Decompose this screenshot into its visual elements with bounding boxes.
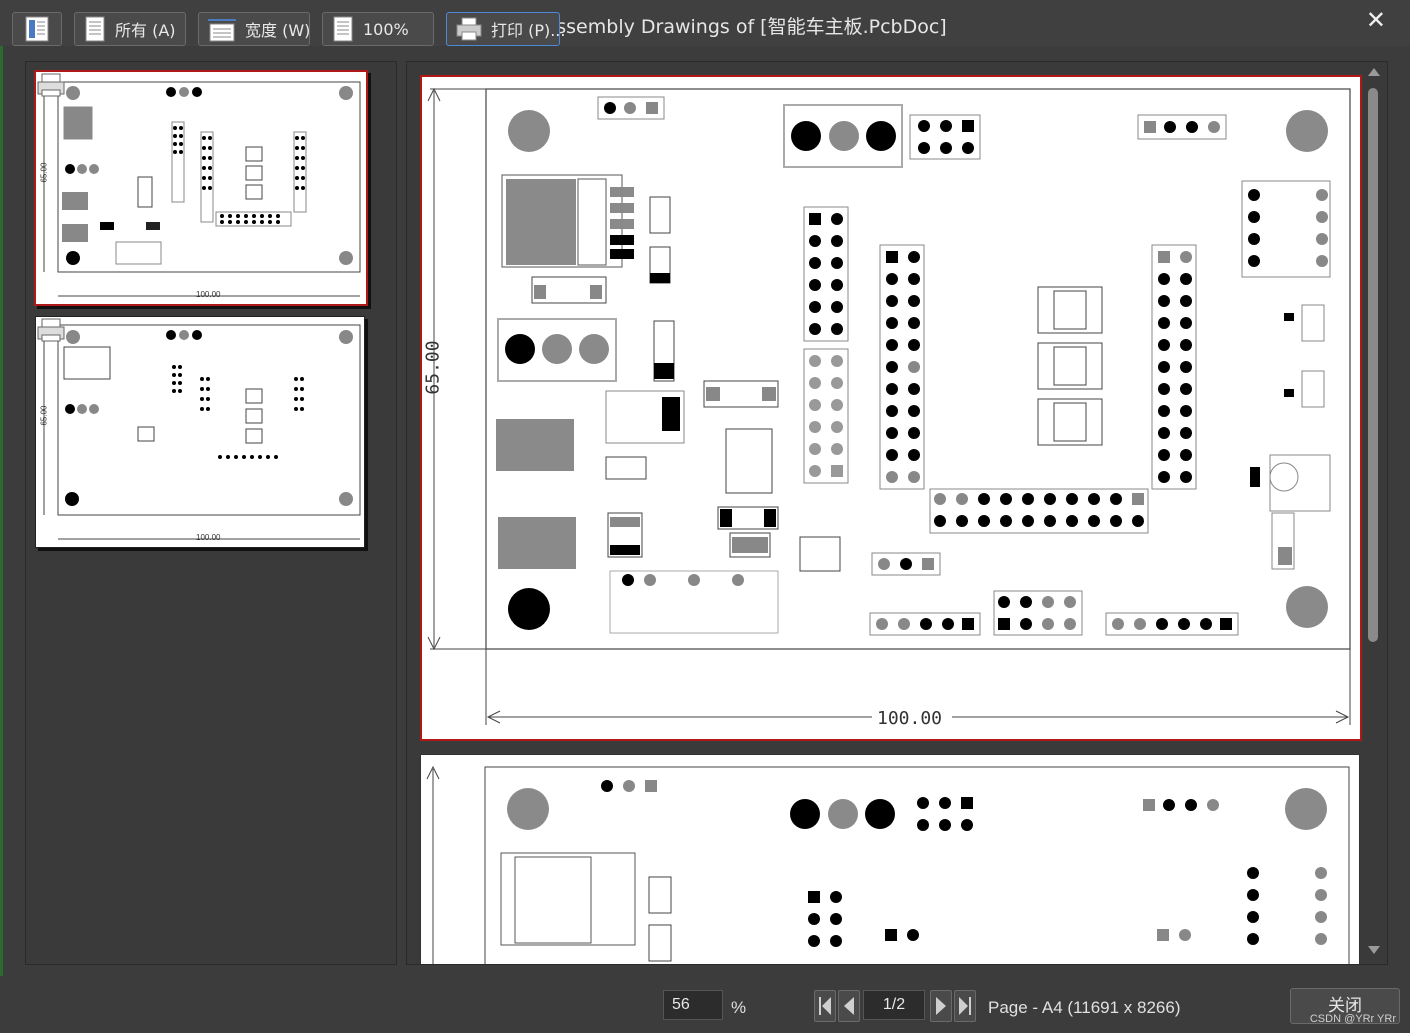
preview-page-2[interactable]: [420, 754, 1360, 964]
assembly-drawing-page-2: [426, 765, 1350, 964]
fit-all-label: 所有 (A): [115, 21, 176, 40]
thumbnail-2-dim-h: 100.00: [196, 533, 221, 542]
first-page-icon: [819, 997, 831, 1015]
next-page-button[interactable]: [930, 990, 952, 1022]
printer-icon: [456, 17, 482, 41]
fit-width-label: 宽度 (W): [245, 21, 311, 40]
printer-icon: [37, 73, 65, 97]
assembly-drawing: [427, 87, 1351, 725]
fit-width-button[interactable]: 宽度 (W): [198, 12, 310, 46]
watermark: CSDN @YRr YRr: [1309, 1013, 1396, 1025]
first-page-button[interactable]: [814, 990, 836, 1022]
print-button[interactable]: 打印 (P)...: [446, 12, 565, 46]
zoom-unit: %: [731, 998, 747, 1017]
fit-width-icon: [208, 19, 236, 42]
fit-all-button[interactable]: 所有 (A): [74, 12, 186, 46]
thumbnails-toggle-button[interactable]: [12, 12, 62, 46]
scroll-up-icon[interactable]: [1368, 68, 1380, 76]
thumbnails-panel[interactable]: 100.00 65.00 100.00 65.00: [25, 61, 397, 965]
scroll-down-icon[interactable]: [1368, 946, 1380, 954]
printer-icon: [37, 318, 65, 342]
zoom-100-label: 100%: [363, 19, 409, 39]
print-label: 打印 (P)...: [491, 21, 566, 40]
thumbnail-1-dim-v: 65.00: [39, 162, 49, 183]
thumbnail-1-dim-h: 100.00: [196, 290, 221, 299]
preview-scrollbar[interactable]: [1366, 66, 1380, 956]
page-icon: [85, 16, 105, 42]
thumbnail-board-drawing: [43, 81, 361, 297]
prev-page-button[interactable]: [838, 990, 860, 1022]
preview-dim-v: 65.00: [422, 340, 444, 395]
prev-page-icon: [844, 997, 854, 1015]
preview-panel[interactable]: 100.00 65.00: [406, 61, 1388, 965]
left-edge-strip: [0, 46, 3, 976]
thumbnail-board-drawing: [43, 324, 361, 540]
zoom-100-button[interactable]: 100%: [322, 12, 434, 46]
zoom-input[interactable]: 56: [663, 990, 723, 1020]
preview-dim-h: 100.00: [877, 708, 943, 729]
page-number-input[interactable]: 1/2: [863, 990, 925, 1020]
thumbnail-2-dim-v: 65.00: [39, 405, 49, 426]
preview-page-1[interactable]: 100.00 65.00: [420, 75, 1362, 741]
last-page-button[interactable]: [954, 990, 976, 1022]
next-page-icon: [936, 997, 946, 1015]
panel-icon: [25, 16, 49, 42]
thumbnail-page-2[interactable]: 100.00 65.00: [35, 316, 365, 548]
last-page-icon: [959, 997, 971, 1015]
scroll-thumb[interactable]: [1368, 88, 1378, 642]
page-info: Page - A4 (11691 x 8266): [988, 998, 1181, 1017]
close-icon[interactable]: ✕: [1366, 6, 1386, 34]
actual-size-icon: [333, 16, 353, 42]
thumbnail-page-1[interactable]: 100.00 65.00: [34, 70, 368, 306]
